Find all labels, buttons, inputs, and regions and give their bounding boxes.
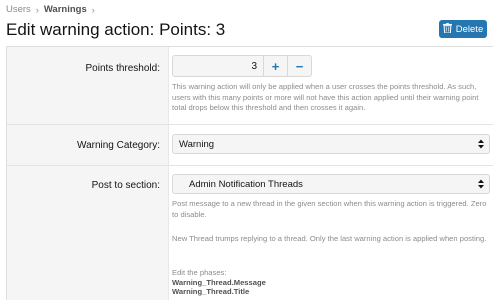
post-to-section-label: Post to section: [91, 180, 160, 191]
trash-icon [442, 22, 452, 36]
breadcrumb-warnings[interactable]: Warnings [44, 4, 87, 15]
delete-button[interactable]: Delete [439, 20, 487, 38]
phrases-intro: Edit the phases: [172, 268, 227, 277]
post-to-section-value: Admin Notification Threads [189, 179, 303, 190]
phrase-link[interactable]: Warning_Thread.Title [172, 287, 266, 297]
warning-action-form: Points threshold: 3 + − This warning act… [6, 46, 493, 300]
increment-button[interactable]: + [264, 55, 288, 77]
breadcrumb: Users › Warnings › [6, 4, 95, 15]
post-to-section-select[interactable]: Admin Notification Threads [172, 174, 490, 194]
label-column [7, 47, 169, 300]
breadcrumb-separator: › [91, 4, 95, 15]
select-arrows-icon [478, 179, 484, 189]
phrase-link[interactable]: Warning_Thread.Message [172, 278, 266, 288]
select-arrows-icon [478, 139, 484, 149]
warning-category-select[interactable]: Warning [172, 134, 490, 154]
decrement-button[interactable]: − [288, 55, 312, 77]
points-threshold-input[interactable]: 3 [172, 55, 264, 77]
post-to-section-help: Post message to a new thread in the give… [172, 199, 487, 219]
points-threshold-label: Points threshold: [85, 63, 161, 74]
points-threshold-help: This warning action will only be applied… [172, 82, 479, 112]
breadcrumb-users[interactable]: Users [6, 4, 31, 15]
breadcrumb-separator: › [35, 4, 39, 15]
row-divider [7, 165, 493, 166]
warning-category-value: Warning [179, 139, 215, 150]
page-title: Edit warning action: Points: 3 [6, 20, 226, 39]
new-thread-note: New Thread trumps replying to a thread. … [172, 234, 487, 243]
delete-label: Delete [455, 23, 484, 35]
row-divider [7, 124, 493, 125]
warning-category-label: Warning Category: [77, 140, 160, 151]
phrases-list: Edit the phases: Warning_Thread.Message … [172, 268, 266, 297]
